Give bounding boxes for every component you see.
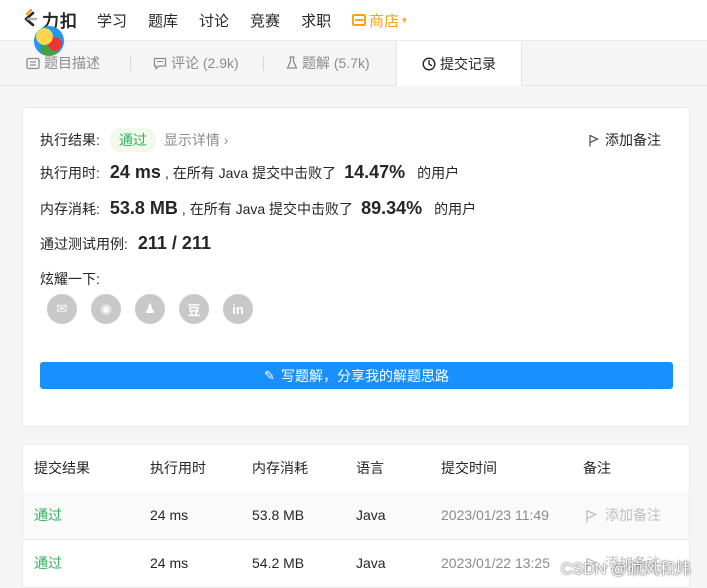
- add-note-label: 添加备注: [605, 132, 661, 148]
- memory-value: 53.8 MB: [109, 198, 178, 218]
- leetcode-logo-icon: [24, 9, 38, 27]
- douban-icon[interactable]: 豆: [179, 294, 209, 324]
- tab-solutions[interactable]: 题解 (5.7k): [286, 41, 370, 85]
- pencil-icon: ✎: [264, 367, 275, 383]
- tests-row: 通过测试用例: 211 / 211: [40, 233, 215, 254]
- top-nav-bar: 力扣 学习 题库 讨论 竞赛 求职 商店 ▾: [0, 0, 707, 41]
- tab-submissions-label: 提交记录: [440, 55, 496, 72]
- problem-tab-bar: 题目描述 评论 (2.9k) 题解 (5.7k) 提交记录: [0, 41, 707, 86]
- comment-icon: [153, 57, 167, 70]
- row-submitted-at: 2023/01/22 13:25: [441, 555, 550, 571]
- show-details-label: 显示详情: [163, 132, 220, 148]
- flask-icon: [286, 56, 298, 69]
- flag-icon: [589, 134, 599, 146]
- tab-divider: [263, 56, 264, 71]
- tests-label: 通过测试用例:: [40, 236, 128, 252]
- exec-result-row: 执行结果: 通过 显示详情 ›: [40, 128, 228, 152]
- header-submitted-at: 提交时间: [441, 460, 497, 476]
- row-memory: 54.2 MB: [252, 555, 305, 571]
- main-nav: 学习 题库 讨论 竞赛 求职 商店 ▾: [97, 0, 428, 40]
- exec-result-label: 执行结果:: [40, 132, 100, 148]
- runtime-percentile: 14.47%: [344, 162, 406, 182]
- weibo-icon[interactable]: ◉: [91, 294, 121, 324]
- nav-item-discuss[interactable]: 讨论: [199, 10, 229, 31]
- clock-icon: [422, 56, 436, 71]
- header-language: 语言: [356, 460, 384, 476]
- runtime-row: 执行用时: 24 ms , 在所有 Java 提交中击败了 14.47% 的用户: [40, 162, 459, 183]
- header-memory: 内存消耗: [252, 460, 308, 476]
- write-solution-button[interactable]: ✎ 写题解，分享我的解题思路: [40, 362, 673, 389]
- runtime-users-suffix: 的用户: [417, 165, 460, 181]
- table-header: 提交结果 执行用时 内存消耗 语言 提交时间 备注: [23, 445, 689, 493]
- write-solution-label: 写题解，分享我的解题思路: [280, 367, 449, 384]
- memory-comparison-text: , 在所有 Java 提交中击败了: [181, 201, 354, 217]
- wechat-icon[interactable]: ✉: [47, 294, 77, 324]
- row-runtime: 24 ms: [150, 555, 189, 571]
- header-runtime: 执行用时: [150, 460, 206, 476]
- submission-result-card: 执行结果: 通过 显示详情 › 添加备注 执行用时: 24 ms , 在所有 J…: [22, 107, 690, 427]
- row-memory: 53.8 MB: [252, 507, 305, 523]
- memory-users-suffix: 的用户: [434, 201, 477, 217]
- tab-submissions[interactable]: 提交记录: [396, 41, 522, 86]
- runtime-comparison-text: , 在所有 Java 提交中击败了: [164, 165, 337, 181]
- row-language: Java: [356, 555, 386, 571]
- nav-item-problems[interactable]: 题库: [148, 10, 178, 31]
- chevron-down-icon: ▾: [402, 14, 407, 25]
- flag-icon: [586, 509, 597, 522]
- tab-description-label: 题目描述: [44, 55, 100, 71]
- row-add-note-button[interactable]: 添加备注: [586, 492, 661, 539]
- header-result: 提交结果: [34, 460, 90, 476]
- nav-item-store[interactable]: 商店 ▾: [352, 10, 407, 31]
- share-buttons: ✉ ◉ ♟ 豆 in: [47, 294, 267, 324]
- memory-label: 内存消耗:: [40, 201, 100, 217]
- runtime-value: 24 ms: [109, 162, 161, 182]
- status-badge: 通过: [109, 128, 156, 152]
- csdn-watermark: CSDN @硕风和炜: [560, 561, 691, 578]
- row-language: Java: [356, 507, 386, 523]
- share-label: 炫耀一下:: [40, 271, 100, 287]
- tab-solutions-label: 题解 (5.7k): [302, 55, 370, 71]
- tab-comments[interactable]: 评论 (2.9k): [153, 41, 239, 85]
- user-avatar[interactable]: [34, 26, 64, 56]
- share-row: 炫耀一下:: [40, 269, 100, 289]
- row-result-link[interactable]: 通过: [34, 540, 62, 587]
- chevron-right-icon: ›: [223, 132, 229, 148]
- qq-icon[interactable]: ♟: [135, 294, 165, 324]
- show-details-link[interactable]: 显示详情 ›: [164, 130, 229, 150]
- table-row: 通过 24 ms 53.8 MB Java 2023/01/23 11:49 添…: [23, 492, 689, 540]
- nav-item-jobs[interactable]: 求职: [301, 10, 331, 31]
- document-icon: [26, 57, 40, 69]
- row-add-note-label: 添加备注: [605, 507, 661, 523]
- store-icon: [352, 14, 367, 26]
- nav-item-study[interactable]: 学习: [97, 10, 127, 31]
- row-runtime: 24 ms: [150, 507, 189, 523]
- memory-row: 内存消耗: 53.8 MB , 在所有 Java 提交中击败了 89.34% 的…: [40, 198, 476, 219]
- header-note: 备注: [583, 460, 611, 476]
- tab-divider: [130, 56, 131, 71]
- store-label: 商店: [369, 12, 400, 30]
- runtime-label: 执行用时:: [40, 165, 100, 181]
- memory-percentile: 89.34%: [361, 198, 423, 218]
- nav-item-contest[interactable]: 竞赛: [250, 10, 280, 31]
- add-note-button[interactable]: 添加备注: [589, 130, 661, 150]
- linkedin-icon[interactable]: in: [223, 294, 253, 324]
- row-result-link[interactable]: 通过: [34, 492, 62, 539]
- tests-value: 211 / 211: [137, 233, 211, 253]
- tab-comments-label: 评论 (2.9k): [171, 55, 239, 71]
- row-submitted-at: 2023/01/23 11:49: [441, 507, 549, 523]
